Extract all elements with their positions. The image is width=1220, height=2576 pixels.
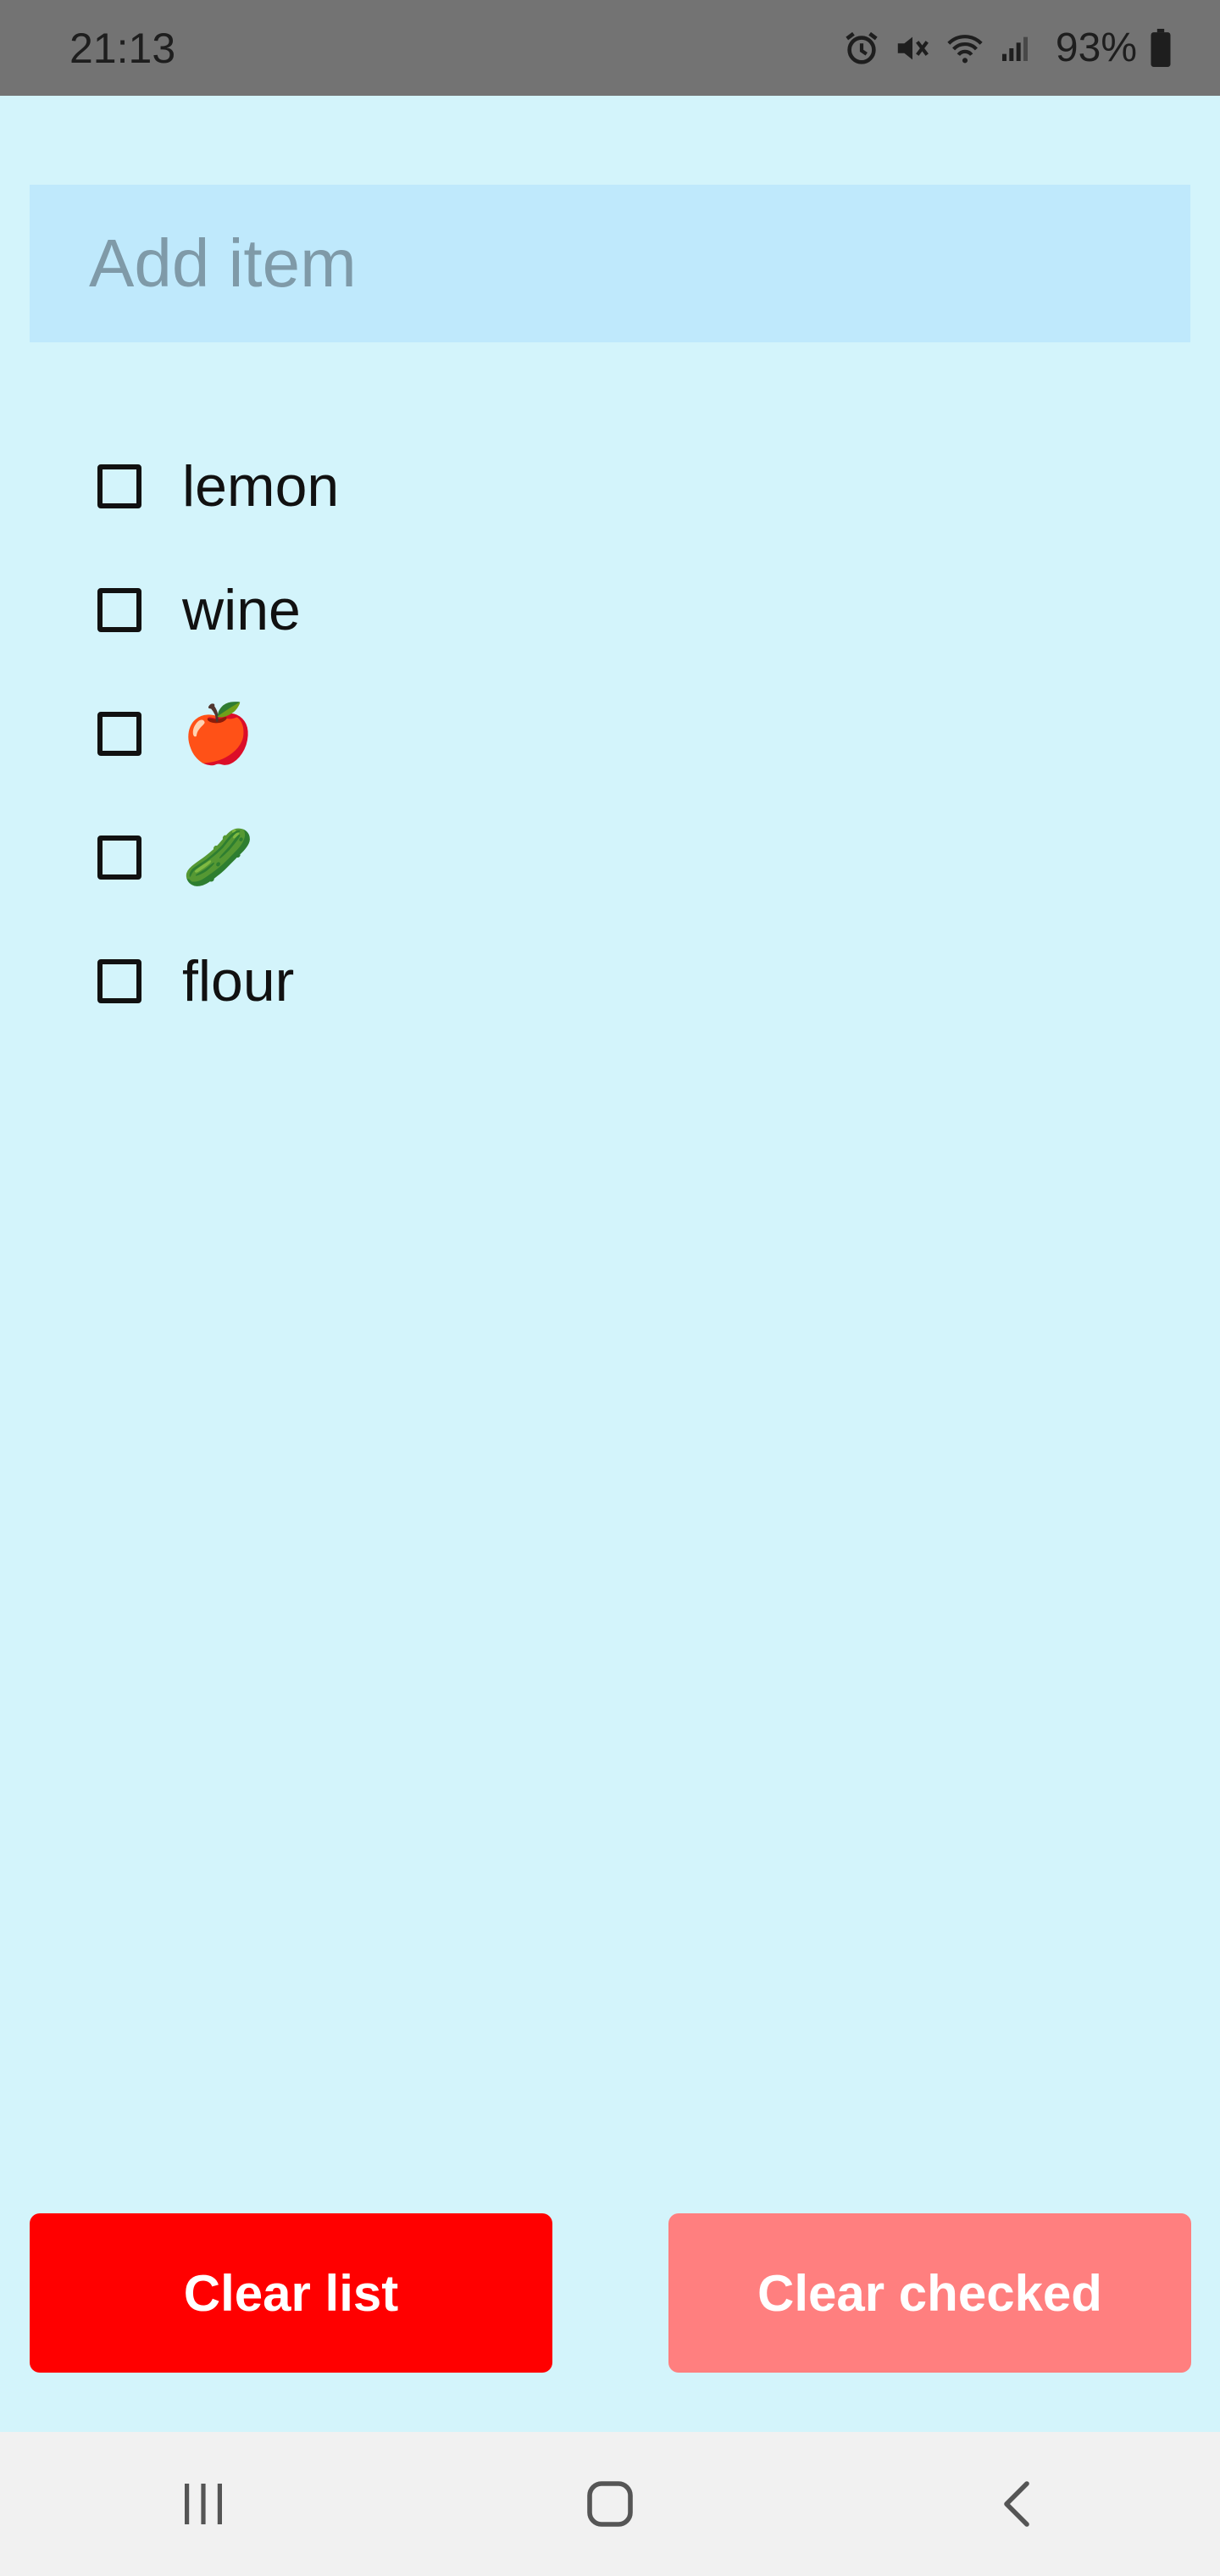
back-icon[interactable] <box>957 2453 1076 2555</box>
battery-percentage: 93% <box>1055 25 1137 70</box>
item-checkbox[interactable] <box>97 712 141 756</box>
item-checkbox[interactable] <box>97 464 141 508</box>
add-item-input[interactable] <box>30 185 1190 342</box>
battery-icon <box>1149 28 1173 68</box>
home-icon[interactable] <box>551 2453 669 2555</box>
item-checkbox[interactable] <box>97 588 141 632</box>
item-label: wine <box>182 578 301 642</box>
list-item[interactable]: wine <box>97 568 301 652</box>
item-label: 🍎 <box>182 702 254 766</box>
recent-apps-icon[interactable] <box>144 2453 263 2555</box>
list-item[interactable]: flour <box>97 939 294 1024</box>
list-item[interactable]: 🥒 <box>97 815 254 900</box>
navigation-bar <box>0 2432 1220 2576</box>
alarm-icon <box>842 29 881 68</box>
mute-icon <box>893 29 932 68</box>
item-label: lemon <box>182 454 340 519</box>
item-label: 🥒 <box>182 825 254 890</box>
item-label: flour <box>182 949 295 1013</box>
status-icons: 93% <box>842 25 1173 71</box>
wifi-icon <box>944 29 986 68</box>
status-time: 21:13 <box>69 24 176 72</box>
signal-icon <box>998 29 1032 68</box>
clear-checked-button[interactable]: Clear checked <box>668 2213 1191 2373</box>
item-checkbox[interactable] <box>97 836 141 880</box>
item-checkbox[interactable] <box>97 959 141 1003</box>
clear-list-button[interactable]: Clear list <box>30 2213 552 2373</box>
status-bar: 21:13 93% <box>0 0 1220 96</box>
list-item[interactable]: 🍎 <box>97 691 254 776</box>
list-item[interactable]: lemon <box>97 444 339 529</box>
